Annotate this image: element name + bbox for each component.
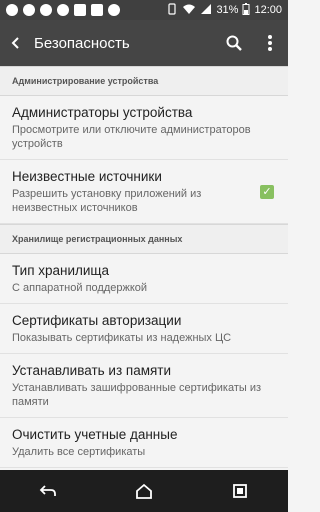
item-summary: Показывать сертификаты из надежных ЦС — [12, 332, 232, 344]
image-icon — [91, 4, 103, 16]
battery-icon — [242, 2, 250, 18]
navigation-bar — [0, 470, 288, 512]
item-summary: Разрешить установку приложений из неизве… — [12, 188, 202, 214]
item-title: Сертификаты авторизации — [12, 313, 182, 328]
install-from-storage-item[interactable]: Устанавливать из памяти Устанавливать за… — [0, 354, 288, 418]
back-icon[interactable] — [28, 470, 68, 512]
section-header-device-admin: Администрирование устройства — [0, 66, 288, 96]
overflow-menu-icon[interactable] — [252, 20, 288, 66]
storage-type-item[interactable]: Тип хранилища С аппаратной поддержкой — [0, 254, 288, 304]
section-header-credential-storage: Хранилище регистрационных данных — [0, 224, 288, 254]
chrome-icon — [40, 4, 52, 16]
cloud-icon — [57, 4, 69, 16]
device-admins-item[interactable]: Администраторы устройства Просмотрите ил… — [0, 96, 288, 160]
notification-icon — [6, 4, 18, 16]
signal-icon — [200, 3, 212, 18]
back-arrow-icon[interactable] — [0, 20, 32, 66]
unknown-sources-item[interactable]: Неизвестные источники Разрешить установк… — [0, 160, 288, 224]
system-status: 31% 12:00 — [166, 2, 288, 18]
item-title: Администраторы устройства — [12, 105, 193, 120]
vibrate-icon — [166, 2, 178, 18]
clock: 12:00 — [254, 4, 282, 16]
settings-list: Администрирование устройства Администрат… — [0, 66, 288, 470]
notification-icons — [0, 4, 120, 16]
app-toolbar: Безопасность — [0, 20, 288, 66]
checkbox-checked-icon[interactable]: ✓ — [260, 184, 274, 199]
battery-percent: 31% — [216, 4, 239, 16]
search-icon[interactable] — [216, 20, 252, 66]
recents-icon[interactable] — [220, 470, 260, 512]
item-title: Устанавливать из памяти — [12, 363, 172, 378]
page-title: Безопасность — [34, 34, 130, 52]
item-summary: С аппаратной поддержкой — [12, 282, 148, 294]
item-title: Тип хранилища — [12, 263, 110, 278]
clear-credentials-item[interactable]: Очистить учетные данные Удалить все серт… — [0, 418, 288, 468]
wifi-icon — [182, 3, 196, 18]
status-bar: 31% 12:00 — [0, 0, 288, 20]
item-summary: Удалить все сертификаты — [12, 446, 146, 458]
trusted-credentials-item[interactable]: Сертификаты авторизации Показывать серти… — [0, 304, 288, 354]
sim-icon — [74, 4, 86, 16]
pinterest-icon — [23, 4, 35, 16]
item-title: Очистить учетные данные — [12, 427, 178, 442]
item-summary: Просмотрите или отключите администраторо… — [12, 124, 251, 150]
item-summary: Устанавливать зашифрованные сертификаты … — [12, 382, 262, 408]
leaf-icon — [108, 4, 120, 16]
item-title: Неизвестные источники — [12, 169, 162, 184]
home-icon[interactable] — [124, 470, 164, 512]
